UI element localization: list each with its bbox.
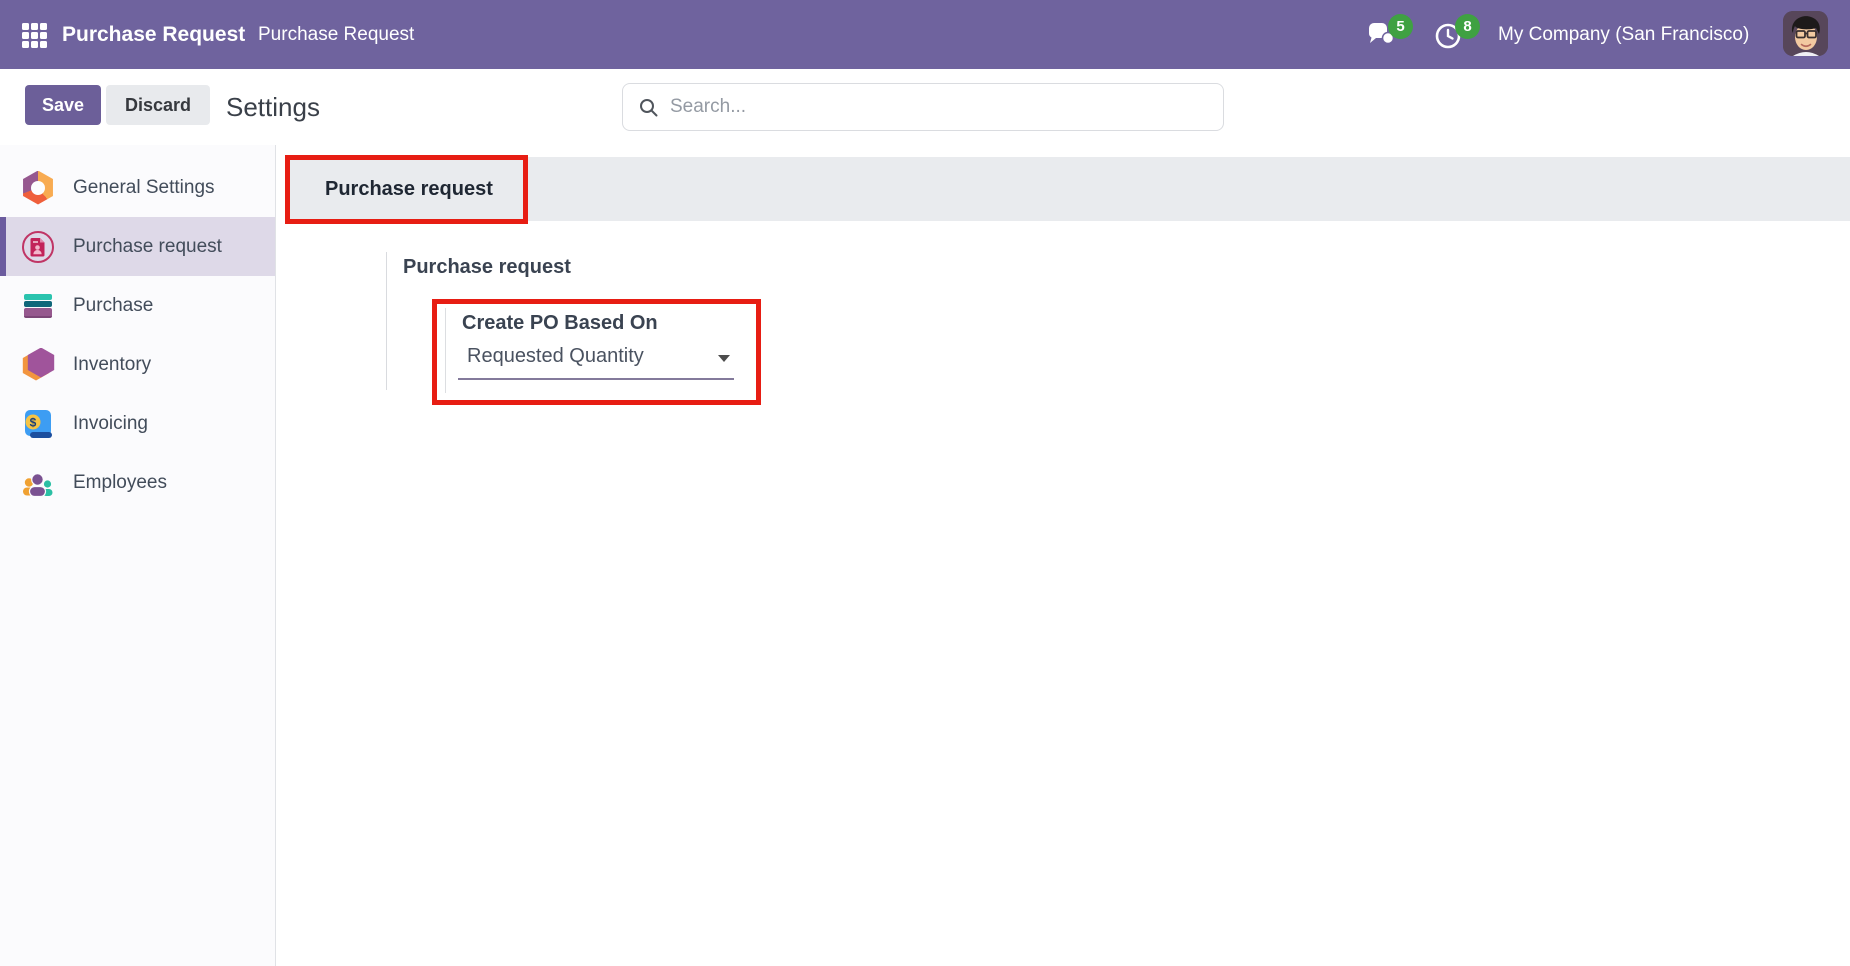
top-navbar: Purchase Request Purchase Request 5 8 My… <box>0 0 1850 69</box>
purchase-icon <box>21 289 55 323</box>
setting-label: Create PO Based On <box>462 312 658 334</box>
general-settings-icon <box>21 170 55 205</box>
page-title: Settings <box>226 92 320 122</box>
sidebar-item-purchase[interactable]: Purchase <box>0 276 275 335</box>
search-box <box>622 83 1224 131</box>
discard-button[interactable]: Discard <box>106 85 210 125</box>
chevron-down-icon <box>718 355 730 362</box>
employees-icon <box>21 466 55 500</box>
app-title[interactable]: Purchase Request <box>62 0 245 69</box>
settings-tab-strip: Purchase request <box>288 157 1850 221</box>
purchase-request-icon <box>21 230 55 264</box>
company-switcher[interactable]: My Company (San Francisco) <box>1498 0 1749 69</box>
control-panel: Save Discard Settings <box>0 69 1850 145</box>
save-button[interactable]: Save <box>25 85 101 125</box>
sidebar-item-invoicing[interactable]: $ Invoicing <box>0 394 275 453</box>
section-divider-line <box>386 252 387 390</box>
create-po-based-on-select[interactable]: Requested Quantity <box>458 340 734 380</box>
messages-badge: 5 <box>1388 14 1413 39</box>
section-title: Purchase request <box>403 256 571 278</box>
settings-sidebar: General Settings Purchase request Purcha… <box>0 145 276 966</box>
sidebar-item-purchase-request[interactable]: Purchase request <box>0 217 275 276</box>
invoicing-icon: $ <box>21 407 55 441</box>
settings-page: Purchase Request Purchase Request 5 8 My… <box>0 0 1850 966</box>
search-input[interactable] <box>670 96 1223 118</box>
select-value: Requested Quantity <box>467 345 644 367</box>
activities-badge: 8 <box>1455 14 1480 39</box>
inventory-icon <box>21 347 55 382</box>
setting-box-divider-line <box>445 308 446 393</box>
sidebar-item-employees[interactable]: Employees <box>0 453 275 512</box>
user-avatar[interactable] <box>1783 11 1828 56</box>
search-icon <box>639 98 658 117</box>
apps-grid-icon[interactable] <box>22 23 47 48</box>
menu-item-purchase-request[interactable]: Purchase Request <box>258 0 414 69</box>
sidebar-item-inventory[interactable]: Inventory <box>0 335 275 394</box>
select-underline <box>458 378 734 380</box>
tab-purchase-request[interactable]: Purchase request <box>325 157 493 221</box>
svg-text:$: $ <box>30 415 37 429</box>
sidebar-item-general-settings[interactable]: General Settings <box>0 158 275 217</box>
